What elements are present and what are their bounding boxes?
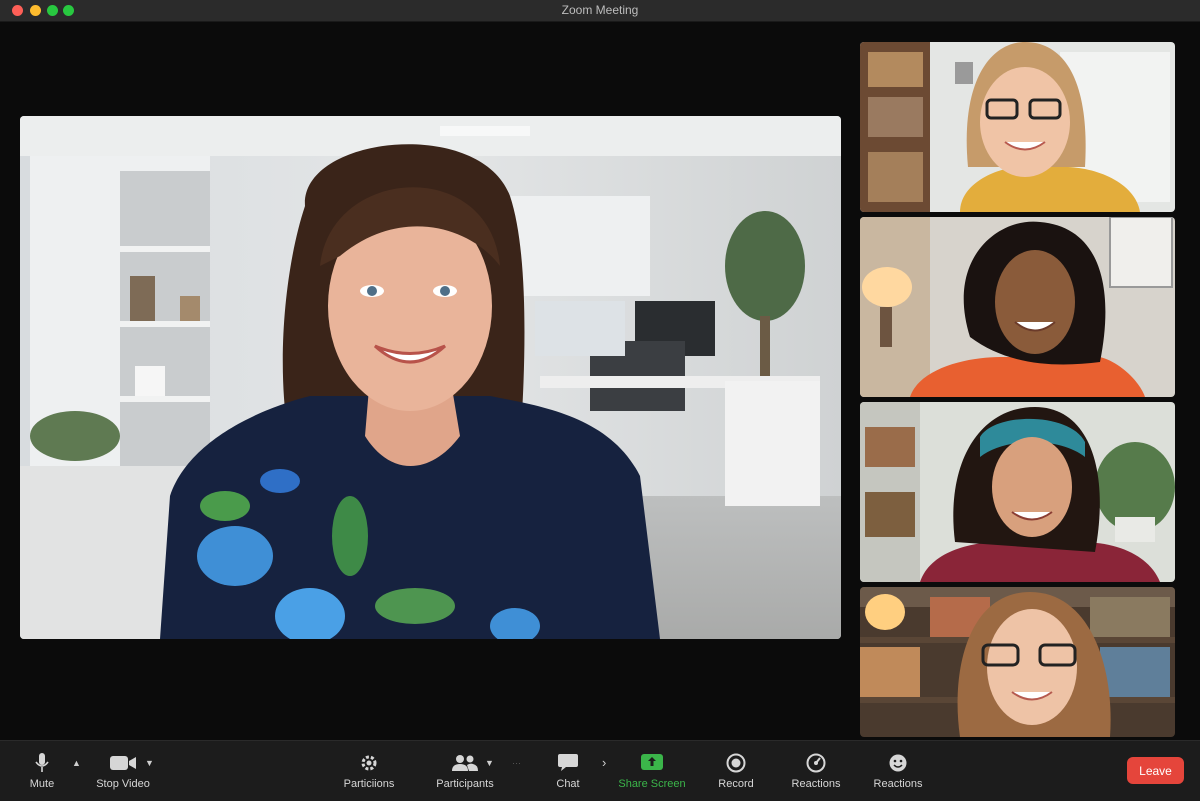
participant-video-1[interactable] [860,42,1175,212]
participants-label: Participants [436,778,494,790]
reactions-button[interactable]: Reactions [790,741,842,801]
mute-button[interactable]: Mute [22,741,62,801]
record-icon [726,752,746,774]
participant-video-2[interactable] [860,217,1175,397]
share-screen-icon [641,752,663,774]
video-options-caret[interactable]: ▼ [145,758,154,768]
share-screen-button[interactable]: Share Screen [617,741,687,801]
gear-icon [360,752,378,774]
participant-video-3[interactable] [860,402,1175,582]
reactions-emoji-button[interactable]: Reactions [872,741,924,801]
microphone-icon [35,752,49,774]
stop-video-label: Stop Video [96,778,150,790]
participant-video-4[interactable] [860,587,1175,737]
record-label: Record [718,778,754,790]
reactions-icon [806,752,826,774]
reactions-emoji-label: Reactions [873,778,923,790]
video-stage [0,22,1200,740]
chat-button[interactable]: Chat [550,741,586,801]
meeting-toolbar: Mute ▲ Stop Video ▼ Particiions Particip… [0,740,1200,801]
stop-video-button[interactable]: Stop Video [92,741,154,801]
active-speaker-video[interactable] [20,116,841,639]
window-titlebar: Zoom Meeting [0,0,1200,22]
participants-icon [452,752,478,774]
chat-bubble-icon [558,752,578,774]
mute-label: Mute [29,778,55,790]
emoji-icon [888,752,908,774]
audio-options-caret[interactable]: ▲ [72,758,81,768]
more-options-icon[interactable]: ⋯ [512,758,521,769]
share-screen-label: Share Screen [618,778,686,790]
reactions-label: Reactions [791,778,841,790]
record-button[interactable]: Record [715,741,757,801]
participants-options-caret[interactable]: ▼ [485,758,494,768]
leave-meeting-button[interactable]: Leave [1127,757,1184,784]
window-title: Zoom Meeting [561,3,639,17]
settings-button[interactable]: Particiions [340,741,398,801]
settings-label: Particiions [343,778,395,790]
video-camera-icon [110,752,136,774]
chat-label: Chat [556,778,580,790]
participants-button[interactable]: Participants [433,741,497,801]
chevron-right-icon[interactable]: › [602,755,606,770]
